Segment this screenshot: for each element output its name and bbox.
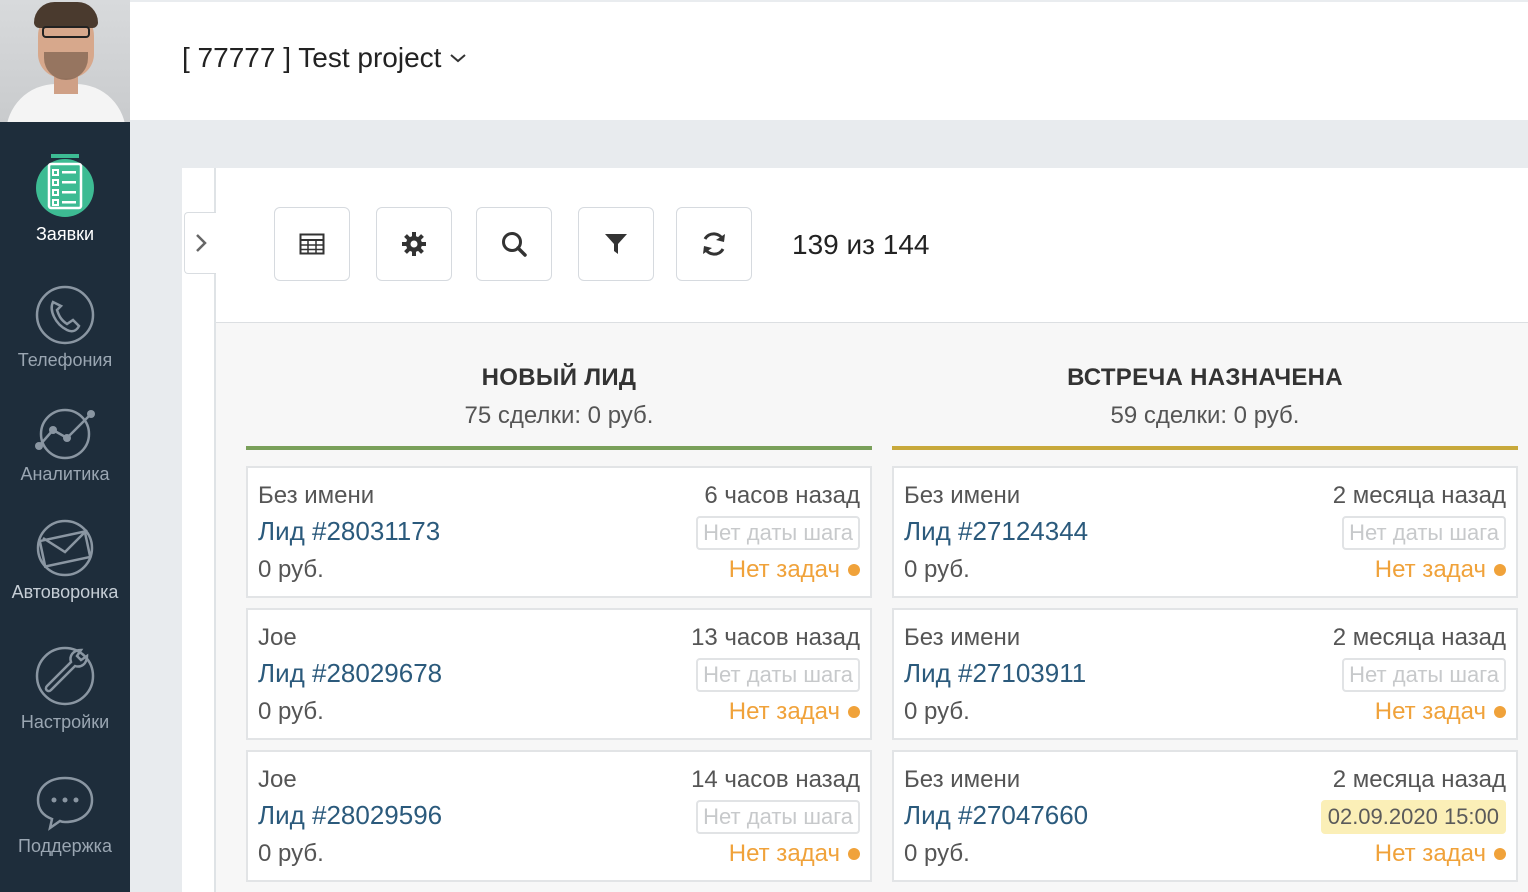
- lead-link[interactable]: Лид #27124344: [904, 516, 1088, 547]
- sidebar-item-label: Настройки: [20, 712, 110, 732]
- search-icon: [502, 232, 527, 257]
- deal-price: 0 руб.: [904, 698, 970, 725]
- records-count: 139 из 144: [792, 229, 930, 260]
- analytics-icon: [35, 408, 95, 460]
- sidebar: Заявки Телефония Аналитика Автоворонка Н…: [0, 0, 130, 892]
- expand-panel-button[interactable]: [184, 212, 216, 274]
- top-header: [ 77777 ] Test project: [130, 0, 1528, 120]
- client-name: Без имени: [258, 482, 375, 509]
- mail-icon: [36, 519, 94, 577]
- lead-link[interactable]: Лид #28031173: [258, 516, 440, 547]
- sidebar-item-label: Автоворонка: [11, 582, 119, 602]
- tasks-status: Нет задач: [1375, 556, 1506, 584]
- gear-icon: [402, 232, 426, 256]
- filter-icon: [605, 234, 627, 254]
- column-color-bar: [246, 446, 872, 450]
- lead-card[interactable]: Без имени 6 часов назад Лид #28031173 Не…: [246, 466, 872, 598]
- client-name: Без имени: [904, 624, 1021, 651]
- project-selector[interactable]: [ 77777 ] Test project: [182, 42, 467, 74]
- step-date-badge: Нет даты шага: [696, 516, 860, 550]
- sidebar-item-label: Заявки: [35, 224, 95, 244]
- chat-icon: [36, 776, 94, 831]
- column-header-meeting-scheduled: ВСТРЕЧА НАЗНАЧЕНА 59 сделки: 0 руб.: [892, 364, 1518, 430]
- lead-card[interactable]: Без имени 2 месяца назад Лид #27124344 Н…: [892, 466, 1518, 598]
- time-ago: 2 месяца назад: [1332, 482, 1506, 509]
- sidebar-item-podderzhka[interactable]: Поддержка: [0, 774, 130, 857]
- column-summary: 75 сделки: 0 руб.: [464, 402, 654, 429]
- step-date-badge: 02.09.2020 15:00: [1320, 800, 1506, 834]
- client-name: Без имени: [904, 766, 1021, 793]
- table-view-button[interactable]: [274, 207, 350, 281]
- lead-card[interactable]: Без имени 2 месяца назад Лид #27103911 Н…: [892, 608, 1518, 740]
- column-title: НОВЫЙ ЛИД: [481, 364, 637, 391]
- search-button[interactable]: [476, 207, 552, 281]
- client-name: Joe: [258, 766, 297, 793]
- status-dot: [1494, 848, 1506, 860]
- lead-link[interactable]: Лид #28029596: [258, 800, 442, 831]
- sidebar-item-telefoniya[interactable]: Телефония: [0, 284, 130, 371]
- sidebar-item-zayavki[interactable]: Заявки: [0, 150, 130, 245]
- phone-icon: [35, 285, 95, 345]
- list-icon: [36, 154, 94, 217]
- step-date-badge: Нет даты шага: [1342, 516, 1506, 550]
- time-ago: 6 часов назад: [704, 482, 860, 509]
- deal-price: 0 руб.: [258, 556, 324, 583]
- status-dot: [1494, 564, 1506, 576]
- status-dot: [848, 706, 860, 718]
- deal-price: 0 руб.: [258, 698, 324, 725]
- time-ago: 14 часов назад: [691, 766, 860, 793]
- status-dot: [1494, 706, 1506, 718]
- lead-card[interactable]: Joe 14 часов назад Лид #28029596 Нет дат…: [246, 750, 872, 882]
- time-ago: 13 часов назад: [691, 624, 860, 651]
- wrench-icon: [35, 646, 95, 706]
- time-ago: 2 месяца назад: [1332, 624, 1506, 651]
- sidebar-item-label: Телефония: [17, 350, 113, 370]
- chevron-down-icon: [450, 54, 467, 63]
- lead-card[interactable]: Joe 13 часов назад Лид #28029678 Нет дат…: [246, 608, 872, 740]
- sidebar-item-analitika[interactable]: Аналитика: [0, 404, 130, 485]
- settings-button[interactable]: [376, 207, 452, 281]
- sidebar-item-avtovoronka[interactable]: Автоворонка: [0, 518, 130, 603]
- sidebar-item-label: Аналитика: [20, 464, 110, 484]
- step-date-badge: Нет даты шага: [1342, 658, 1506, 692]
- sidebar-item-label: Поддержка: [18, 836, 112, 856]
- column-color-bar: [892, 446, 1518, 450]
- column-summary: 59 сделки: 0 руб.: [1110, 402, 1300, 429]
- refresh-icon: [703, 232, 725, 256]
- lead-link[interactable]: Лид #27103911: [904, 658, 1086, 689]
- lead-link[interactable]: Лид #27047660: [904, 800, 1088, 831]
- deal-price: 0 руб.: [904, 556, 970, 583]
- client-name: Без имени: [904, 482, 1021, 509]
- status-dot: [848, 848, 860, 860]
- table-icon: [299, 233, 325, 255]
- tasks-status: Нет задач: [729, 556, 860, 584]
- project-title: [ 77777 ] Test project: [182, 42, 442, 73]
- lead-card[interactable]: Без имени 2 месяца назад Лид #27047660 0…: [892, 750, 1518, 882]
- step-date-badge: Нет даты шага: [696, 800, 860, 834]
- deal-price: 0 руб.: [904, 840, 970, 867]
- client-name: Joe: [258, 624, 297, 651]
- sidebar-item-nastroyki[interactable]: Настройки: [0, 642, 130, 733]
- deal-price: 0 руб.: [258, 840, 324, 867]
- chevron-right-icon: [195, 234, 207, 252]
- column-header-new-lead: НОВЫЙ ЛИД 75 сделки: 0 руб.: [246, 364, 872, 430]
- tasks-status: Нет задач: [1375, 698, 1506, 726]
- filter-button[interactable]: [578, 207, 654, 281]
- avatar[interactable]: [0, 0, 130, 122]
- column-title: ВСТРЕЧА НАЗНАЧЕНА: [1067, 364, 1343, 391]
- tasks-status: Нет задач: [729, 698, 860, 726]
- time-ago: 2 месяца назад: [1332, 766, 1506, 793]
- refresh-button[interactable]: [676, 207, 752, 281]
- status-dot: [848, 564, 860, 576]
- step-date-badge: Нет даты шага: [696, 658, 860, 692]
- lead-link[interactable]: Лид #28029678: [258, 658, 442, 689]
- tasks-status: Нет задач: [729, 840, 860, 868]
- tasks-status: Нет задач: [1375, 840, 1506, 868]
